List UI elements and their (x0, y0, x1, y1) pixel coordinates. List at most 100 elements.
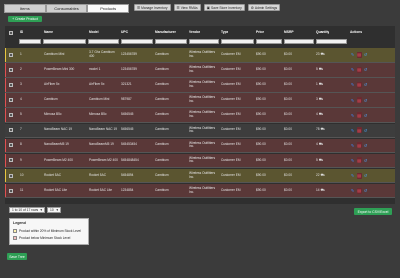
delete-button[interactable]: ▤ (356, 51, 362, 58)
filter-id-input[interactable] (19, 38, 41, 44)
edit-button[interactable]: ✎ (350, 112, 355, 118)
history-button[interactable]: ↺ (363, 188, 368, 194)
pagination: 1 to 10 of 17 rows ▾ 10 ▾ (9, 207, 61, 213)
filter-price-input[interactable] (256, 38, 282, 44)
history-button[interactable]: ↺ (363, 67, 368, 73)
filter-upc-input[interactable] (121, 38, 153, 44)
column-header-quantity[interactable]: Quantity (316, 29, 329, 37)
truck-icon[interactable]: ⛟ (319, 112, 324, 117)
edit-button[interactable]: ✎ (350, 127, 355, 133)
edit-button[interactable]: ✎ (350, 97, 355, 103)
edit-button[interactable]: ✎ (350, 188, 355, 194)
row-checkbox[interactable] (9, 52, 13, 57)
page-size-select[interactable]: 10 ▾ (47, 207, 61, 213)
delete-button[interactable]: ▤ (356, 127, 362, 134)
table-row[interactable]: 8 NanoBeamM5 19 NanoBeamM5 19 545453454 Camb… (5, 138, 395, 154)
row-checkbox[interactable] (9, 188, 13, 193)
tab-consumables[interactable]: Consumables (45, 4, 88, 13)
column-header-type[interactable]: Type (221, 29, 228, 37)
history-button[interactable]: ↺ (363, 82, 368, 88)
row-checkbox[interactable] (9, 113, 13, 118)
delete-button[interactable]: ▤ (356, 142, 362, 149)
column-header-upc[interactable]: UPC (121, 29, 128, 37)
delete-button[interactable]: ▤ (356, 187, 362, 194)
filter-msrp-input[interactable] (284, 38, 314, 44)
manage-inventory-button[interactable]: ☰ Manage Inventory (134, 4, 171, 11)
row-checkbox[interactable] (9, 128, 13, 133)
truck-icon[interactable]: ⛟ (319, 82, 324, 87)
row-checkbox[interactable] (9, 143, 13, 148)
edit-button[interactable]: ✎ (350, 52, 355, 58)
table-row[interactable]: 7 NanoBeam NAC 19 NanoBeam NAC 19 5456545 Ca… (5, 123, 395, 139)
row-checkbox[interactable] (9, 82, 13, 87)
filter-quantity-input[interactable] (316, 38, 347, 44)
admin-settings-button[interactable]: ⚙ Admin Settings (247, 4, 281, 11)
table-row[interactable]: 11 Rocket 5AC Lite Rocket 5AC Lite 1234854 C… (5, 183, 395, 199)
table-row[interactable]: 9 PowerBeam M2 400 PowerBeam M2 400 5454848… (5, 153, 395, 169)
filter-name-input[interactable] (43, 38, 86, 44)
history-button[interactable]: ↺ (363, 52, 368, 58)
truck-icon[interactable]: ⛟ (319, 143, 324, 147)
column-header-id[interactable]: ID (20, 29, 23, 37)
page-range-select[interactable]: 1 to 10 of 17 rows ▾ (9, 207, 45, 213)
cell-quantity: 23 ⛟ (316, 48, 325, 62)
filter-model-input[interactable] (88, 38, 119, 44)
table-row[interactable]: 4 Cambium Cambium Mini 987987 Cambium Wireles… (5, 93, 395, 108)
row-checkbox[interactable] (9, 158, 13, 163)
table-row[interactable]: 5 Mimosa B5c Mimosa B5c 5456545 Cambium Wirel… (5, 108, 395, 123)
cell-model: model 1 (89, 66, 101, 71)
truck-icon[interactable]: ⛟ (321, 52, 326, 57)
column-header-vendor[interactable]: Vendor (189, 29, 200, 37)
truck-icon[interactable]: ⛟ (319, 158, 324, 163)
save-tree-button[interactable]: Save Tree (7, 253, 27, 260)
edit-button[interactable]: ✎ (350, 157, 355, 163)
cell-name: PowerBeam M2 400 (44, 157, 73, 162)
create-product-button[interactable]: + Create Product (8, 16, 42, 22)
tab-items[interactable]: Items (4, 4, 46, 13)
tab-products[interactable]: Products (87, 4, 130, 13)
column-header-price[interactable]: Price (256, 29, 264, 37)
table-row[interactable]: 10 Rocket 5AC Rocket 5AC 5454894 Cambium Wire… (5, 168, 395, 184)
history-button[interactable]: ↺ (363, 127, 368, 133)
save-store-inventory-button[interactable]: ▣ Save Store Inventory (203, 4, 245, 11)
view-rmas-label: View RMAs (180, 5, 198, 10)
edit-button[interactable]: ✎ (350, 142, 355, 148)
delete-button[interactable]: ▤ (356, 157, 362, 164)
column-header-name[interactable]: Name (44, 29, 53, 37)
filter-type-input[interactable] (221, 38, 254, 44)
delete-button[interactable]: ▤ (356, 112, 362, 119)
edit-button[interactable]: ✎ (350, 173, 355, 179)
export-csv-button[interactable]: Export to CSV/Excel (354, 208, 392, 215)
column-header-manufacturer[interactable]: Manufacturer (155, 29, 176, 37)
history-button[interactable]: ↺ (363, 112, 368, 118)
table-row[interactable]: 3 AirFiber 5x AirFiber 5x 321321 Cambium Wire… (5, 78, 395, 93)
select-all-checkbox[interactable] (9, 31, 13, 35)
truck-icon[interactable]: ⛟ (321, 128, 326, 132)
cell-msrp: $0.00 (284, 82, 292, 87)
truck-icon[interactable]: ⛟ (319, 97, 324, 102)
edit-button[interactable]: ✎ (350, 67, 355, 73)
column-header-msrp[interactable]: MSRP (284, 29, 294, 37)
truck-icon[interactable]: ⛟ (321, 173, 326, 178)
delete-button[interactable]: ▤ (356, 97, 362, 104)
table-row[interactable]: 1 Cambium Mini 3.7 Ghz Cambium 400 12345678… (5, 48, 395, 63)
view-rmas-button[interactable]: ☰ View RMAs (173, 4, 201, 11)
edit-button[interactable]: ✎ (350, 82, 355, 88)
history-button[interactable]: ↺ (363, 157, 368, 163)
delete-button[interactable]: ▤ (356, 81, 362, 88)
truck-icon[interactable]: ⛟ (319, 67, 324, 72)
filter-manufacturer-input[interactable] (155, 38, 187, 44)
row-checkbox[interactable] (9, 67, 13, 72)
row-checkbox[interactable] (9, 98, 13, 103)
table-row[interactable]: 2 PowerBeam Mini 300 model 1 123456789 Cambi… (5, 63, 395, 78)
history-button[interactable]: ↺ (363, 173, 368, 179)
filter-vendor-input[interactable] (189, 38, 219, 44)
legend-swatch-yellow (13, 229, 17, 233)
delete-button[interactable]: ▤ (356, 172, 362, 179)
history-button[interactable]: ↺ (363, 97, 368, 103)
truck-icon[interactable]: ⛟ (321, 188, 326, 193)
row-checkbox[interactable] (9, 173, 13, 178)
delete-button[interactable]: ▤ (356, 66, 362, 73)
column-header-model[interactable]: Model (89, 29, 99, 37)
history-button[interactable]: ↺ (363, 142, 368, 148)
